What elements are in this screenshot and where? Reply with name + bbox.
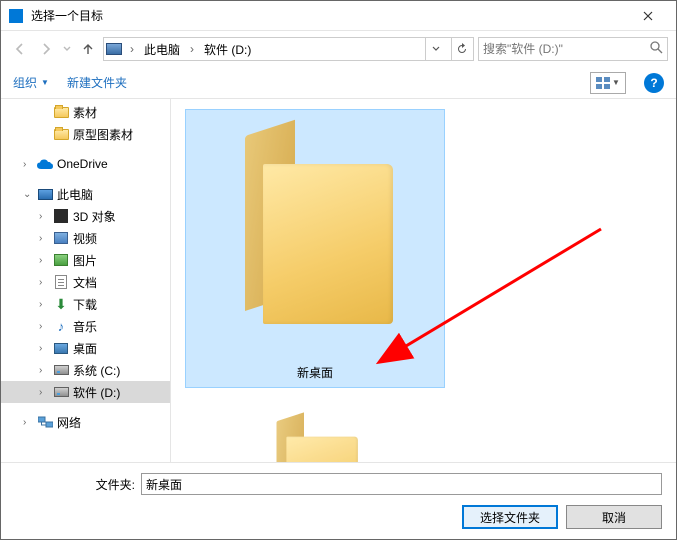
nav-recent-dropdown[interactable] [61, 38, 73, 60]
breadcrumb-pc[interactable]: 此电脑 [142, 39, 182, 60]
nav-up-button[interactable] [77, 38, 99, 60]
music-icon: ♪ [53, 318, 69, 334]
nav-forward-button[interactable] [35, 38, 57, 60]
folder-picker-dialog: 选择一个目标 › 此电脑 › 软件 (D:) [0, 0, 677, 540]
drive-icon [54, 365, 69, 375]
titlebar: 选择一个目标 [1, 1, 676, 31]
address-dropdown[interactable] [425, 38, 445, 60]
toolbar: 组织 ▼ 新建文件夹 ▼ ? [1, 67, 676, 99]
address-bar[interactable]: › 此电脑 › 软件 (D:) [103, 37, 474, 61]
chevron-down-icon: ▼ [41, 78, 49, 87]
content-pane[interactable]: 新桌面 [171, 99, 676, 462]
sidebar-item-label: 图片 [73, 252, 97, 269]
organize-menu[interactable]: 组织 ▼ [13, 74, 49, 91]
breadcrumb-sep: › [128, 42, 136, 56]
cancel-button[interactable]: 取消 [566, 505, 662, 529]
3d-icon [54, 209, 68, 223]
sidebar-item-label: 软件 (D:) [73, 384, 120, 401]
sidebar-item-pc[interactable]: ⌄此电脑 [1, 183, 170, 205]
search-box[interactable] [478, 37, 668, 61]
select-folder-button[interactable]: 选择文件夹 [462, 505, 558, 529]
sidebar-item-label: 素材 [73, 104, 97, 121]
close-button[interactable] [628, 1, 668, 30]
sidebar-item-sucai[interactable]: 素材 [1, 101, 170, 123]
sidebar-item-softd[interactable]: ›软件 (D:) [1, 381, 170, 403]
pc-icon [38, 189, 53, 200]
button-row: 选择文件夹 取消 [15, 505, 662, 529]
sidebar-item-label: 原型图素材 [73, 126, 133, 143]
nav-back-button[interactable] [9, 38, 31, 60]
sidebar-item-sysc[interactable]: ›系统 (C:) [1, 359, 170, 381]
view-mode-button[interactable]: ▼ [590, 72, 626, 94]
sidebar[interactable]: 素材 原型图素材 ›OneDrive ⌄此电脑 ›3D 对象 ›视频 ›图片 ›… [1, 99, 171, 462]
search-icon [650, 41, 663, 57]
folder-item[interactable] [185, 408, 445, 462]
body: 素材 原型图素材 ›OneDrive ⌄此电脑 ›3D 对象 ›视频 ›图片 ›… [1, 99, 676, 462]
sidebar-item-onedrive[interactable]: ›OneDrive [1, 153, 170, 175]
pc-icon [106, 43, 122, 55]
drive-icon [54, 387, 69, 397]
sidebar-item-label: 桌面 [73, 340, 97, 357]
sidebar-item-3d[interactable]: ›3D 对象 [1, 205, 170, 227]
folder-item-label: 新桌面 [297, 364, 333, 381]
sidebar-item-video[interactable]: ›视频 [1, 227, 170, 249]
network-icon [37, 414, 53, 430]
sidebar-item-label: 文档 [73, 274, 97, 291]
app-icon [9, 9, 23, 23]
folder-icon [266, 421, 365, 462]
navbar: › 此电脑 › 软件 (D:) [1, 31, 676, 67]
sidebar-item-download[interactable]: ›⬇下载 [1, 293, 170, 315]
video-icon [54, 232, 68, 244]
sidebar-item-label: 系统 (C:) [73, 362, 120, 379]
download-icon: ⬇ [53, 296, 69, 312]
sidebar-item-label: OneDrive [57, 157, 108, 171]
search-input[interactable] [483, 42, 650, 56]
sidebar-item-music[interactable]: ›♪音乐 [1, 315, 170, 337]
desktop-icon [54, 343, 68, 354]
document-icon [55, 275, 67, 289]
picture-icon [54, 254, 68, 266]
folder-path-row: 文件夹: [15, 473, 662, 495]
new-folder-button[interactable]: 新建文件夹 [67, 74, 127, 91]
sidebar-item-network[interactable]: ›网络 [1, 411, 170, 433]
window-title: 选择一个目标 [31, 7, 628, 24]
sidebar-item-pic[interactable]: ›图片 [1, 249, 170, 271]
help-button[interactable]: ? [644, 73, 664, 93]
sidebar-item-label: 下载 [73, 296, 97, 313]
folder-icon [225, 136, 405, 346]
organize-label: 组织 [13, 74, 37, 91]
button-label: 取消 [602, 509, 626, 526]
button-label: 选择文件夹 [480, 509, 540, 526]
breadcrumb-sep: › [188, 42, 196, 56]
sidebar-item-label: 3D 对象 [73, 208, 116, 225]
new-folder-label: 新建文件夹 [67, 74, 127, 91]
footer: 文件夹: 选择文件夹 取消 [1, 462, 676, 539]
folder-item-selected[interactable]: 新桌面 [185, 109, 445, 388]
breadcrumb-drive[interactable]: 软件 (D:) [202, 39, 253, 60]
sidebar-item-label: 网络 [57, 414, 81, 431]
folder-path-input[interactable] [141, 473, 662, 495]
onedrive-icon [37, 156, 53, 172]
folder-label: 文件夹: [15, 476, 135, 493]
sidebar-item-proto[interactable]: 原型图素材 [1, 123, 170, 145]
sidebar-item-label: 音乐 [73, 318, 97, 335]
refresh-button[interactable] [451, 38, 471, 60]
sidebar-item-desktop[interactable]: ›桌面 [1, 337, 170, 359]
sidebar-item-doc[interactable]: ›文档 [1, 271, 170, 293]
sidebar-item-label: 视频 [73, 230, 97, 247]
sidebar-item-label: 此电脑 [57, 186, 93, 203]
